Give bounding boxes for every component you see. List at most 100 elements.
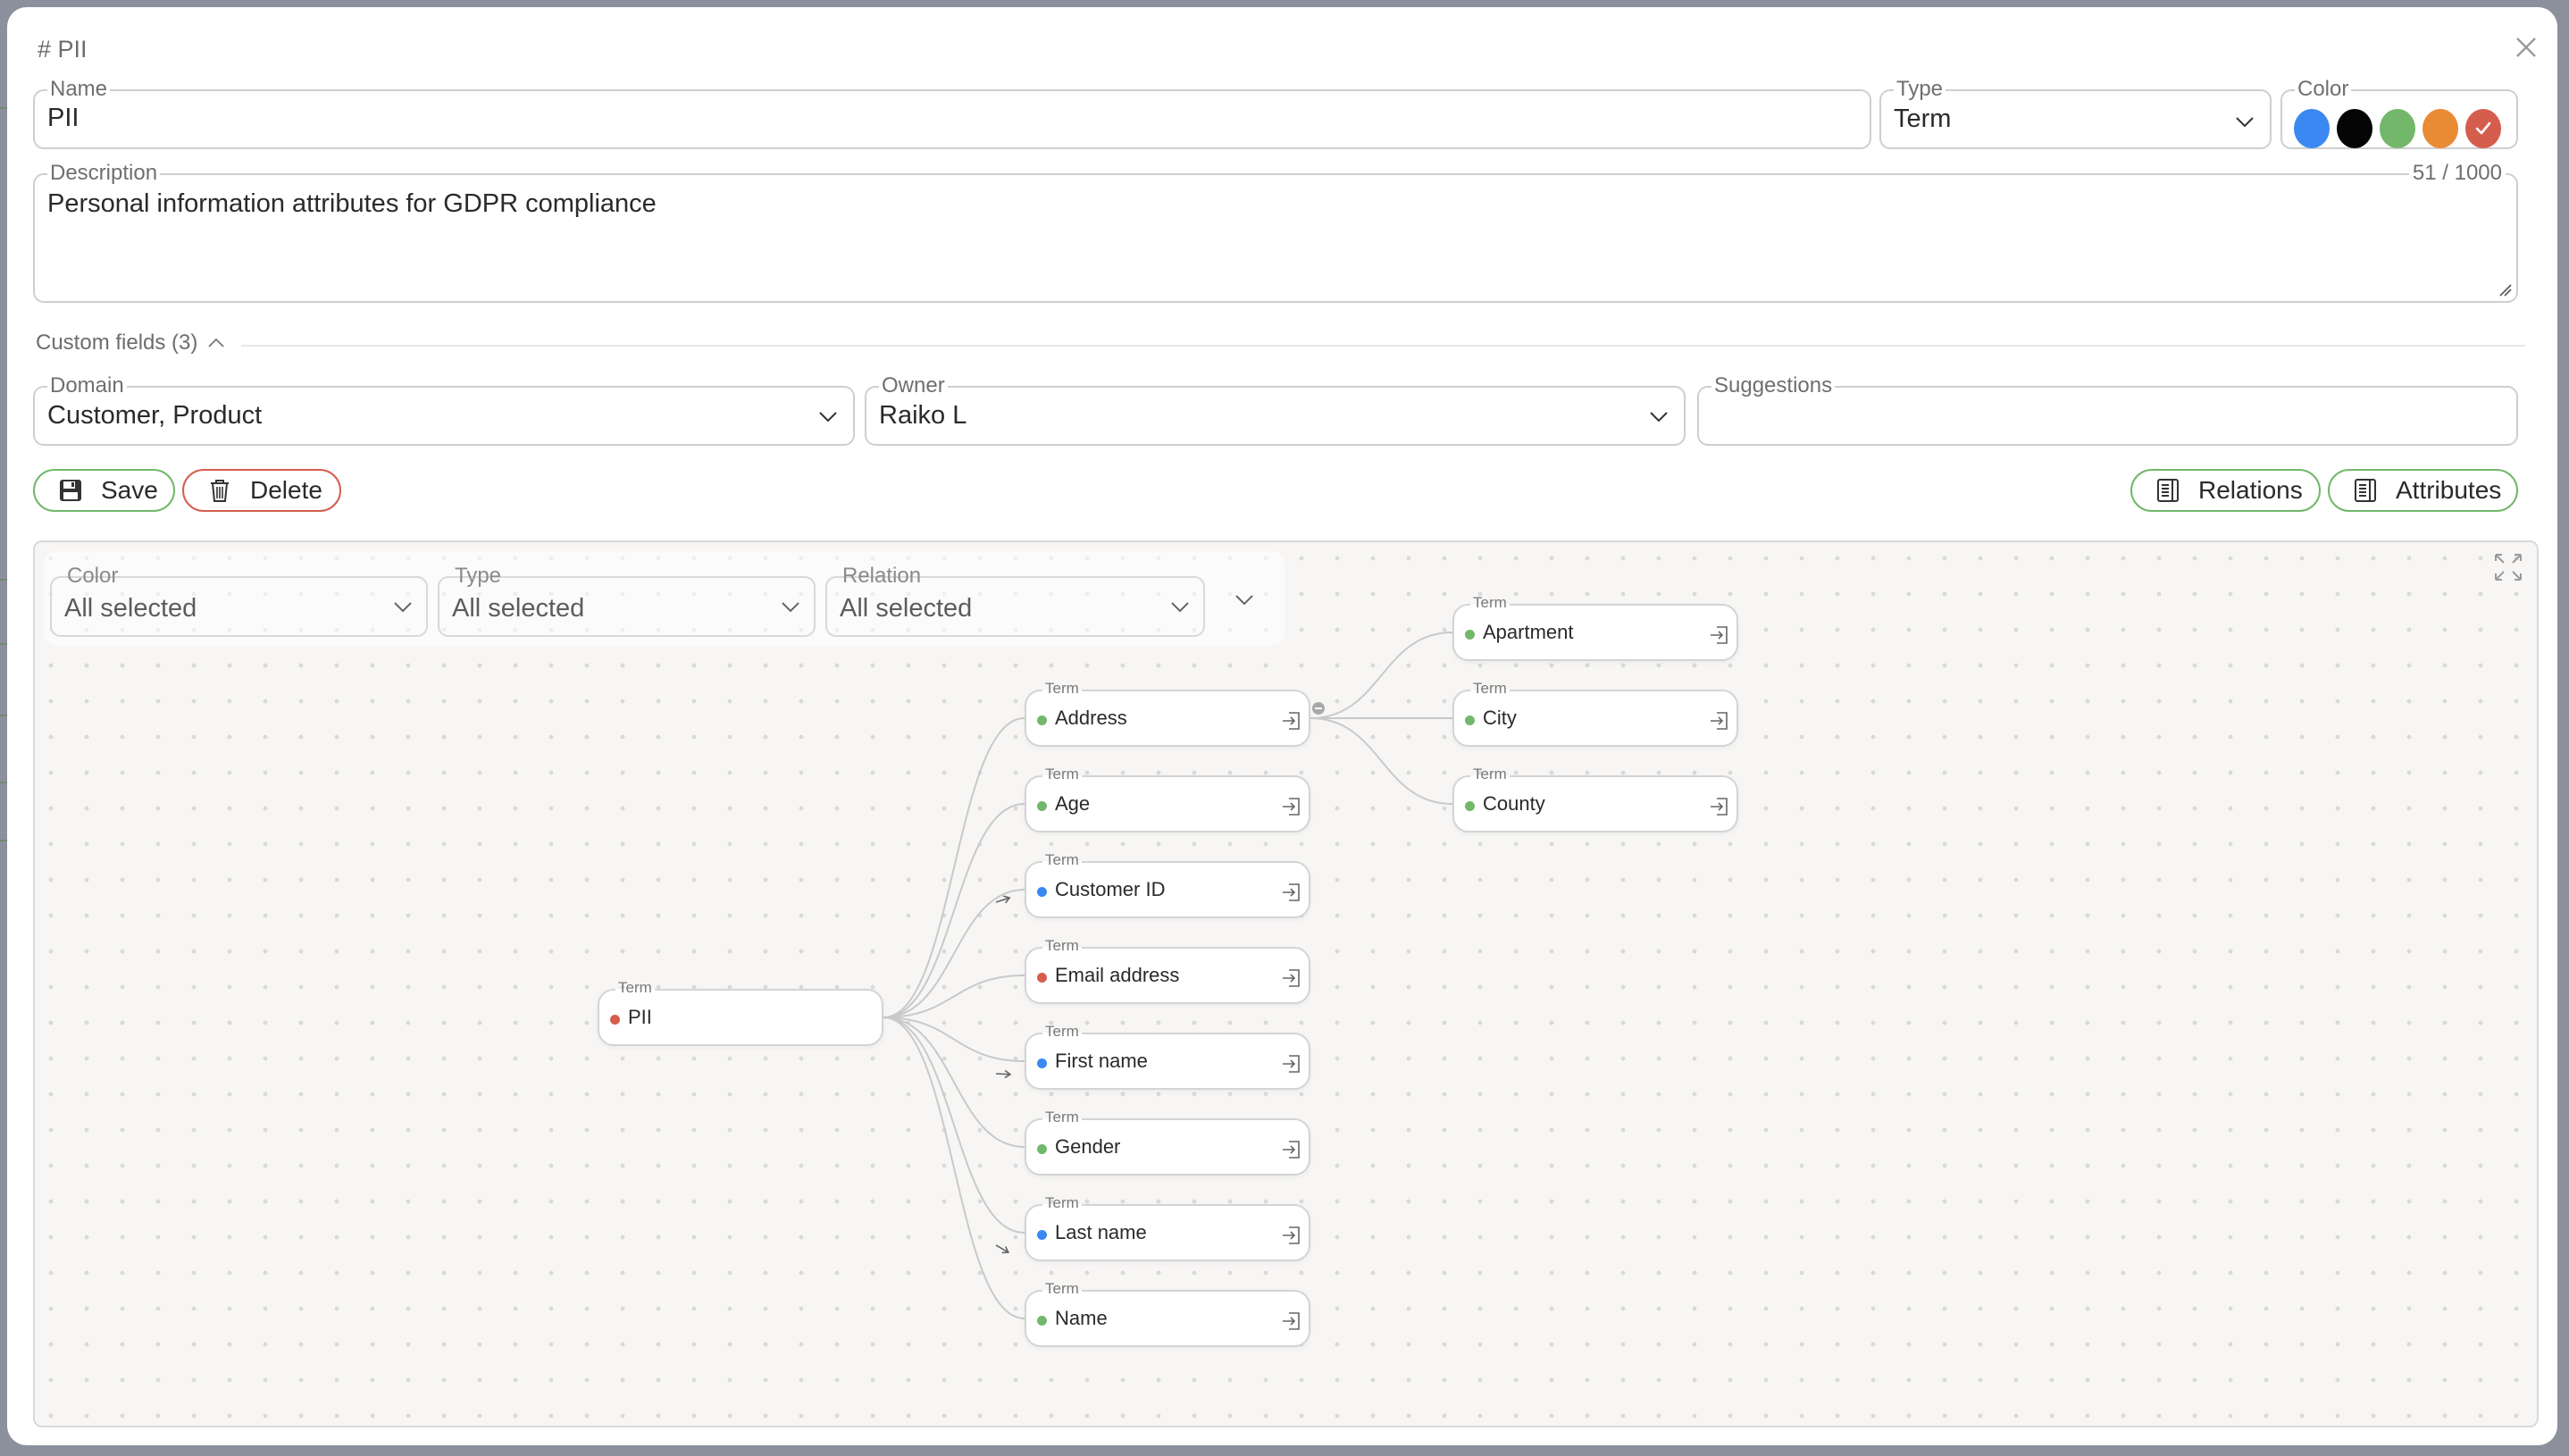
color-swatch-green[interactable] <box>2380 109 2415 148</box>
background-divider <box>0 715 7 716</box>
graph-edge <box>883 1017 1025 1062</box>
graph-node-last-name[interactable]: Term Last name <box>1025 1193 1310 1261</box>
node-color-dot <box>610 1015 620 1025</box>
save-button[interactable]: Save <box>33 469 175 512</box>
node-label: Name <box>1055 1307 1108 1329</box>
open-in-icon[interactable] <box>1708 709 1731 732</box>
owner-select[interactable]: Owner Raiko L <box>865 373 1686 446</box>
graph-node-customer-id[interactable]: Term Customer ID <box>1025 850 1310 918</box>
node-color-dot <box>1465 630 1475 640</box>
type-filter-label: Type <box>452 564 505 589</box>
delete-button[interactable]: Delete <box>182 469 341 512</box>
description-input[interactable]: Personal information attributes for GDPR… <box>47 189 657 219</box>
open-in-icon[interactable] <box>1280 1052 1303 1075</box>
background-divider <box>0 782 7 783</box>
node-label: Address <box>1055 707 1127 729</box>
color-label: Color <box>2295 77 2352 102</box>
modal-title: # PII <box>38 36 88 63</box>
node-color-dot <box>1037 1059 1047 1068</box>
node-type-label: Term <box>1042 765 1082 784</box>
graph-edge <box>883 717 1025 1018</box>
color-filter-select[interactable]: Color All selected <box>50 564 428 637</box>
custom-fields-divider <box>241 345 2525 347</box>
color-filter-value: All selected <box>64 594 197 623</box>
description-field[interactable]: Description 51 / 1000 Personal informati… <box>33 161 2518 303</box>
relation-filter-value: All selected <box>840 594 973 623</box>
background-divider <box>0 107 7 109</box>
graph-edge <box>883 975 1025 1018</box>
graph-node-age[interactable]: Term Age <box>1025 765 1310 833</box>
open-in-icon[interactable] <box>1708 795 1731 818</box>
color-swatch-blue[interactable] <box>2294 109 2330 148</box>
name-field[interactable]: Name PII <box>33 77 1871 149</box>
node-label: Apartment <box>1483 621 1574 643</box>
graph-node-apartment[interactable]: Term Apartment <box>1452 593 1738 661</box>
graph-node-pii[interactable]: Term PII <box>598 978 883 1046</box>
trash-icon <box>211 480 229 502</box>
open-in-icon[interactable] <box>1708 623 1731 647</box>
graph-node-county[interactable]: Term County <box>1452 765 1738 833</box>
domain-select[interactable]: Domain Customer, Product <box>33 373 855 446</box>
open-in-icon[interactable] <box>1280 1310 1303 1333</box>
node-type-label: Term <box>1042 850 1082 870</box>
graph-node-gender[interactable]: Term Gender <box>1025 1108 1310 1176</box>
character-counter: 51 / 1000 <box>2408 161 2506 186</box>
name-input[interactable]: PII <box>47 104 79 133</box>
chevron-down-icon <box>1167 594 1192 619</box>
delete-label: Delete <box>250 476 322 504</box>
graph-node-address[interactable]: Term Address <box>1025 679 1310 747</box>
open-in-icon[interactable] <box>1280 1138 1303 1161</box>
node-color-dot <box>1037 1230 1047 1240</box>
open-in-icon[interactable] <box>1280 795 1303 818</box>
custom-fields-toggle[interactable]: Custom fields (3) <box>36 331 226 356</box>
close-button[interactable] <box>2508 29 2544 65</box>
relations-label: Relations <box>2198 476 2303 504</box>
check-icon <box>2475 121 2491 135</box>
open-in-icon[interactable] <box>1280 709 1303 732</box>
graph-edge <box>883 889 1025 1018</box>
attributes-label: Attributes <box>2396 476 2502 504</box>
relations-button[interactable]: Relations <box>2130 469 2321 512</box>
graph-node-first-name[interactable]: Term First name <box>1025 1022 1310 1090</box>
color-swatch-black[interactable] <box>2337 109 2372 148</box>
relationship-graph-canvas[interactable]: Color All selected Type All selected Rel… <box>33 540 2539 1427</box>
collapse-node-button[interactable] <box>1312 702 1325 715</box>
chevron-down-icon <box>778 594 803 619</box>
suggestions-field[interactable]: Suggestions <box>1697 373 2518 446</box>
graph-node-name[interactable]: Term Name <box>1025 1279 1310 1347</box>
node-type-label: Term <box>1470 593 1510 613</box>
more-filters-toggle[interactable] <box>1232 587 1257 612</box>
node-label: County <box>1483 792 1545 815</box>
open-in-icon[interactable] <box>1280 1224 1303 1247</box>
owner-label: Owner <box>879 373 948 398</box>
document-list-icon <box>2157 479 2179 502</box>
resize-handle-icon[interactable] <box>2497 281 2513 297</box>
node-label: Last name <box>1055 1221 1147 1243</box>
color-swatch-orange[interactable] <box>2423 109 2458 148</box>
relation-filter-select[interactable]: Relation All selected <box>825 564 1205 637</box>
node-type-label: Term <box>615 978 655 998</box>
node-color-dot <box>1037 1316 1047 1326</box>
fullscreen-button[interactable] <box>2492 551 2524 583</box>
domain-value: Customer, Product <box>47 401 263 430</box>
type-filter-select[interactable]: Type All selected <box>438 564 816 637</box>
term-edit-modal: # PII Name PII Type Term Color Descripti… <box>7 7 2557 1445</box>
node-type-label: Term <box>1042 1108 1082 1127</box>
node-label: Customer ID <box>1055 878 1166 900</box>
node-color-dot <box>1465 715 1475 725</box>
node-color-dot <box>1037 973 1047 983</box>
graph-edge <box>883 803 1025 1018</box>
open-in-icon[interactable] <box>1280 881 1303 904</box>
graph-node-email-address[interactable]: Term Email address <box>1025 936 1310 1004</box>
node-color-dot <box>1037 1144 1047 1154</box>
node-type-label: Term <box>1042 1193 1082 1213</box>
chevron-down-icon <box>390 594 415 619</box>
open-in-icon[interactable] <box>1280 966 1303 990</box>
attributes-button[interactable]: Attributes <box>2328 469 2518 512</box>
type-select[interactable]: Type Term <box>1879 77 2272 149</box>
color-swatch-red[interactable] <box>2465 109 2501 148</box>
background-divider <box>0 643 7 645</box>
graph-node-city[interactable]: Term City <box>1452 679 1738 747</box>
node-label: Age <box>1055 792 1091 815</box>
chevron-down-icon <box>816 404 841 429</box>
